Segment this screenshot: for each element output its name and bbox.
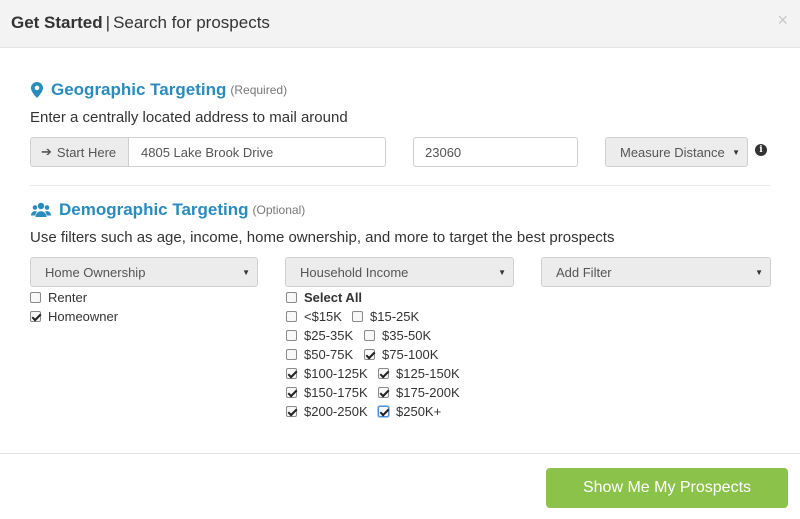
add-filter-label: Add Filter (556, 264, 612, 280)
demo-description: Use filters such as age, income, home ow… (30, 229, 615, 246)
caret-down-icon: ▼ (732, 148, 740, 157)
checkbox-label: Select All (304, 290, 363, 305)
caret-down-icon: ▼ (755, 268, 763, 277)
checkbox-label: $100-125K (304, 366, 368, 381)
income-checkbox-250k-plus[interactable]: $250K+ (378, 404, 441, 419)
checkbox-box[interactable] (286, 292, 297, 303)
modal-title-bold: Get Started (11, 13, 103, 32)
geo-section-title: Geographic Targeting (Required) (31, 80, 287, 100)
measure-distance-label: Measure Distance (620, 144, 725, 160)
modal-header: Get Started | Search for prospects × (0, 0, 800, 48)
checkbox-label: <$15K (304, 309, 342, 324)
checkbox-box[interactable] (378, 406, 389, 417)
checkbox-box[interactable] (378, 387, 389, 398)
checkbox-box[interactable] (30, 292, 41, 303)
household-income-select[interactable]: Household Income ▼ (285, 257, 514, 287)
search-prospects-modal: Get Started | Search for prospects × Geogr… (0, 0, 800, 519)
checkbox-label: $200-250K (304, 404, 368, 419)
home-ownership-label: Home Ownership (45, 264, 146, 280)
start-here-label: Start Here (56, 144, 117, 160)
income-checkbox-25-35k[interactable]: $25-35K (286, 328, 353, 343)
renter-checkbox[interactable]: Renter (30, 290, 87, 305)
checkbox-label: Homeowner (48, 309, 119, 324)
start-here-button[interactable]: ➔ Start Here (30, 137, 129, 167)
income-checkbox-175-200k[interactable]: $175-200K (378, 385, 460, 400)
geo-title-text: Geographic Targeting (51, 80, 227, 99)
checkbox-box[interactable] (286, 311, 297, 322)
checkbox-box[interactable] (378, 368, 389, 379)
checkbox-box[interactable] (364, 330, 375, 341)
income-checkbox-15-25k[interactable]: $15-25K (352, 309, 419, 324)
checkbox-box[interactable] (286, 330, 297, 341)
homeowner-checkbox[interactable]: Homeowner (30, 309, 118, 324)
caret-down-icon: ▼ (242, 268, 250, 277)
required-note: (Required) (230, 83, 288, 97)
income-checkbox-150-175k[interactable]: $150-175K (286, 385, 368, 400)
income-checkbox-under-15k[interactable]: <$15K (286, 309, 342, 324)
info-icon[interactable]: i (755, 144, 767, 156)
income-checkbox-75-100k[interactable]: $75-100K (364, 347, 438, 362)
checkbox-box[interactable] (352, 311, 363, 322)
checkbox-label: $35-50K (382, 328, 432, 343)
section-divider (30, 185, 770, 186)
modal-title: Get Started | Search for prospects (11, 13, 270, 32)
zip-input[interactable] (413, 137, 578, 167)
optional-note: (Optional) (252, 203, 306, 217)
map-marker-icon (31, 82, 43, 98)
modal-title-rest: Search for prospects (113, 13, 270, 32)
checkbox-label: $75-100K (382, 347, 439, 362)
home-ownership-select[interactable]: Home Ownership ▼ (30, 257, 258, 287)
footer-divider (0, 453, 800, 454)
checkbox-label: $125-150K (396, 366, 460, 381)
close-icon[interactable]: × (777, 10, 788, 31)
caret-down-icon: ▼ (498, 268, 506, 277)
household-income-label: Household Income (300, 264, 409, 280)
income-checkbox-35-50k[interactable]: $35-50K (364, 328, 431, 343)
checkbox-label: $50-75K (304, 347, 354, 362)
income-checkbox-200-250k[interactable]: $200-250K (286, 404, 368, 419)
income-checkbox-125-150k[interactable]: $125-150K (378, 366, 460, 381)
geo-description: Enter a centrally located address to mai… (30, 109, 348, 126)
demo-section-title: Demographic Targeting (Optional) (31, 200, 305, 220)
income-checkbox-50-75k[interactable]: $50-75K (286, 347, 353, 362)
checkbox-label: $150-175K (304, 385, 368, 400)
checkbox-box[interactable] (364, 349, 375, 360)
checkbox-label: $175-200K (396, 385, 460, 400)
checkbox-box[interactable] (286, 368, 297, 379)
add-filter-select[interactable]: Add Filter ▼ (541, 257, 771, 287)
demo-title-text: Demographic Targeting (59, 200, 249, 219)
checkbox-label: $250K+ (396, 404, 442, 419)
arrow-right-icon: ➔ (41, 144, 52, 159)
checkbox-label: $15-25K (370, 309, 420, 324)
checkbox-box[interactable] (286, 406, 297, 417)
checkbox-label: Renter (48, 290, 88, 305)
checkbox-label: $25-35K (304, 328, 354, 343)
users-icon (31, 202, 51, 218)
checkbox-box[interactable] (286, 349, 297, 360)
select-all-checkbox[interactable]: Select All (286, 290, 362, 305)
measure-distance-select[interactable]: Measure Distance ▼ (605, 137, 748, 167)
income-checkbox-100-125k[interactable]: $100-125K (286, 366, 368, 381)
address-input[interactable] (128, 137, 386, 167)
checkbox-box[interactable] (286, 387, 297, 398)
checkbox-box[interactable] (30, 311, 41, 322)
show-prospects-button[interactable]: Show Me My Prospects (546, 468, 788, 508)
